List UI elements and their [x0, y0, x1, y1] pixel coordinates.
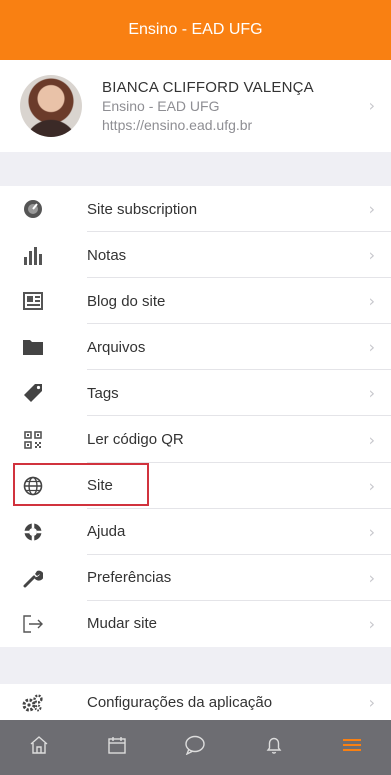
menu-item-preferencias[interactable]: Preferências › — [0, 555, 391, 601]
menu-item-tags[interactable]: Tags › — [0, 370, 391, 417]
chevron-right-icon: › — [368, 337, 375, 357]
calendar-icon — [107, 735, 127, 760]
menu-item-label: Ler código QR — [87, 431, 184, 449]
chevron-right-icon: › — [368, 199, 375, 219]
bell-icon — [264, 735, 284, 760]
menu-item-label: Ajuda — [87, 523, 126, 541]
chevron-right-icon: › — [368, 291, 375, 311]
gears-icon — [22, 694, 44, 717]
menu-item-notas[interactable]: Notas › — [0, 232, 391, 279]
header-title: Ensino - EAD UFG — [128, 21, 263, 38]
user-profile-row[interactable]: BIANCA CLIFFORD VALENÇA Ensino - EAD UFG… — [0, 60, 391, 152]
chat-icon — [184, 735, 206, 760]
menu-item-blog[interactable]: Blog do site › — [0, 278, 391, 325]
qr-code-icon — [22, 429, 44, 451]
menu-item-label: Tags — [87, 384, 119, 402]
folder-icon — [22, 336, 44, 358]
chevron-right-icon: › — [368, 614, 375, 634]
chevron-right-icon: › — [368, 430, 375, 450]
logout-icon — [22, 613, 44, 635]
app-header: Ensino - EAD UFG — [0, 0, 391, 60]
site-name: Ensino - EAD UFG — [102, 97, 220, 114]
user-name: BIANCA CLIFFORD VALENÇA — [102, 78, 314, 96]
menu-item-label: Mudar site — [87, 615, 158, 633]
bottom-tab-bar — [0, 720, 391, 775]
highlight-box — [13, 463, 149, 506]
menu-item-label: Configurações da aplicação — [87, 694, 273, 711]
menu-item-label: Arquivos — [87, 338, 146, 356]
wrench-icon — [22, 567, 44, 589]
menu-item-label: Preferências — [87, 569, 172, 587]
menu-item-arquivos[interactable]: Arquivos › — [0, 324, 391, 371]
menu-item-ajuda[interactable]: Ajuda › — [0, 509, 391, 555]
chevron-right-icon: › — [368, 383, 375, 403]
menu-item-label: Blog do site — [87, 292, 166, 310]
bar-chart-icon — [22, 244, 44, 266]
chevron-right-icon: › — [368, 96, 375, 115]
menu-item-mudar-site[interactable]: Mudar site › — [0, 601, 391, 647]
tag-icon — [22, 382, 44, 404]
more-menu-tab[interactable] — [332, 728, 372, 768]
menu-item-qr[interactable]: Ler código QR › — [0, 416, 391, 463]
chevron-right-icon: › — [368, 245, 375, 265]
site-url: https://ensino.ead.ufg.br — [102, 116, 253, 133]
menu-item-configuracoes[interactable]: Configurações da aplicação › — [0, 684, 391, 720]
menu-item-label: Notas — [87, 246, 127, 264]
chevron-right-icon: › — [368, 476, 375, 496]
chevron-right-icon: › — [368, 522, 375, 542]
menu-item-label: Site subscription — [87, 200, 198, 218]
menu-item-site-subscription[interactable]: Site subscription › — [0, 186, 391, 233]
menu-icon — [342, 737, 362, 758]
main-menu: Site subscription › Notas › Blog do site… — [0, 186, 391, 647]
dashboard-icon — [22, 198, 44, 220]
chevron-right-icon: › — [368, 568, 375, 588]
avatar — [20, 75, 82, 137]
home-tab[interactable] — [19, 728, 59, 768]
chevron-right-icon: › — [368, 693, 375, 712]
home-icon — [29, 735, 49, 760]
calendar-tab[interactable] — [97, 728, 137, 768]
notifications-tab[interactable] — [254, 728, 294, 768]
lifebuoy-icon — [22, 521, 44, 543]
messages-tab[interactable] — [175, 728, 215, 768]
newspaper-icon — [22, 290, 44, 312]
